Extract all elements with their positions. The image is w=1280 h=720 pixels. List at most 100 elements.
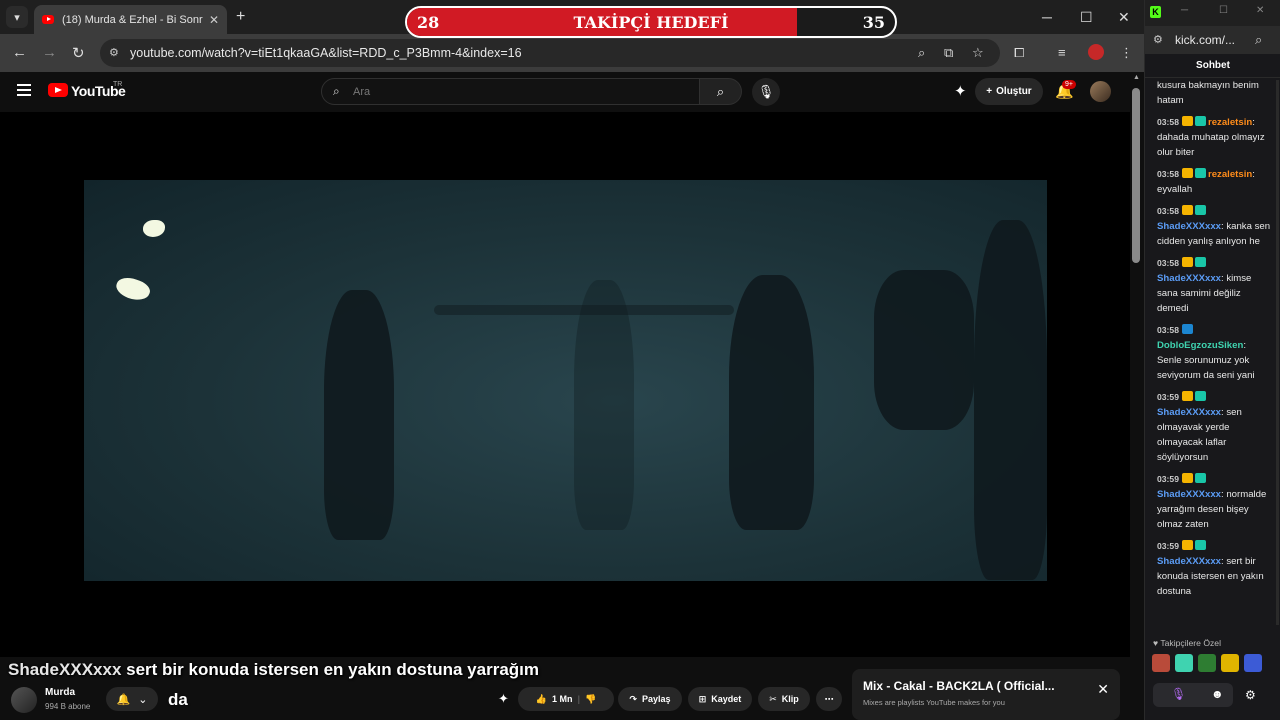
close-window-icon[interactable]: ✕ (1256, 5, 1264, 16)
create-button[interactable]: + Oluştur (975, 78, 1043, 105)
minimize-icon[interactable]: ─ (1042, 9, 1052, 25)
minimize-icon[interactable]: ─ (1181, 5, 1188, 16)
youtube-favicon-icon (42, 15, 54, 24)
crown-badge-icon (1181, 540, 1193, 550)
youtube-logo-icon[interactable] (48, 83, 68, 97)
sub-badge-icon (1194, 473, 1206, 483)
reload-icon[interactable]: ↻ (72, 44, 85, 62)
maximize-icon[interactable]: ☐ (1219, 5, 1228, 16)
video-frame (84, 180, 1047, 581)
follower-goal-bar: 28 TAKİPÇİ HEDEFİ 35 (405, 6, 897, 38)
chat-message: 03:58ShadeXXXxxx: kimse sana samimi deği… (1157, 256, 1272, 316)
subscriber-count: 994 B abone (45, 702, 91, 711)
like-icon[interactable]: 👍 (536, 694, 547, 705)
chat-timestamp: 03:59 (1157, 474, 1179, 484)
ai-ask-icon[interactable]: ✦ (498, 691, 509, 707)
emote[interactable] (1244, 654, 1262, 672)
microphone-icon[interactable]: 🎙 (1171, 687, 1186, 701)
heart-icon: ♥ (1153, 638, 1159, 648)
chat-message-input[interactable]: 🎙 ☻ (1153, 683, 1233, 707)
chevron-down-icon: ⌄ (138, 693, 148, 706)
site-info-icon[interactable]: ⚙ (109, 46, 123, 60)
mix-playlist-card[interactable]: Mix - Cakal - BACK2LA ( Official... Mixe… (852, 669, 1120, 720)
like-count[interactable]: 1 Mn (552, 694, 573, 704)
zoom-icon[interactable]: ⌕ (918, 45, 925, 61)
chat-settings-icon[interactable]: ⚙ (1245, 688, 1256, 702)
share-label: Paylaş (642, 694, 671, 704)
voice-search-button[interactable]: 🎙 (752, 78, 780, 106)
extensions-icon[interactable]: ⧠ (1014, 45, 1024, 61)
emote[interactable] (1152, 654, 1170, 672)
page-scrollbar[interactable] (1132, 88, 1140, 263)
chat-title: Sohbet (1145, 56, 1280, 78)
chat-message: 03:58ShadeXXXxxx: kanka sen cidden yanlı… (1157, 204, 1272, 249)
chat-username[interactable]: ShadeXXXxxx (1157, 556, 1221, 567)
chat-username[interactable]: rezaletsin (1208, 117, 1252, 128)
account-avatar[interactable] (1090, 81, 1111, 102)
chat-address-bar: ⚙ kick.com/... ⌕ (1145, 26, 1280, 54)
save-button[interactable]: ⊞ Kaydet (688, 687, 752, 711)
divider: | (577, 694, 581, 704)
browser-menu-icon[interactable]: ⋮ (1120, 45, 1133, 61)
mix-title[interactable]: Mix - Cakal - BACK2LA ( Official... (863, 679, 1055, 693)
tab-search-icon[interactable]: ▾ (6, 6, 28, 28)
scroll-up-icon[interactable]: ▲ (1133, 74, 1140, 81)
chat-url[interactable]: kick.com/... (1175, 33, 1235, 47)
tab-title: (18) Murda & Ezhel - Bi Sonraki (62, 13, 203, 26)
youtube-header: YouTube TR ⌕ ⌕ 🎙 ✦ + Oluştur 🔔 9+ (0, 72, 1144, 112)
close-window-icon[interactable]: ✕ (1118, 9, 1130, 26)
url-field[interactable]: ⚙ youtube.com/watch?v=tiEt1qkaaGA&list=R… (100, 39, 1000, 67)
maximize-icon[interactable]: ☐ (1080, 9, 1093, 26)
channel-avatar[interactable] (11, 687, 37, 713)
site-info-icon[interactable]: ⚙ (1153, 33, 1163, 46)
crown-badge-icon (1181, 391, 1193, 401)
search-input[interactable] (353, 83, 673, 101)
chat-username[interactable]: ShadeXXXxxx (1157, 221, 1221, 232)
plus-icon: + (986, 86, 993, 97)
chat-message: 03:59ShadeXXXxxx: sert bir konuda isters… (1157, 539, 1272, 599)
menu-icon[interactable] (17, 84, 31, 96)
back-icon[interactable]: ← (12, 44, 27, 61)
goal-target-count: 35 (862, 13, 885, 32)
ai-sparkle-icon[interactable]: ✦ (954, 82, 967, 100)
clip-button[interactable]: ✂ Klip (758, 687, 810, 711)
chat-username[interactable]: ShadeXXXxxx (1157, 407, 1221, 418)
tab-close-icon[interactable]: ✕ (209, 13, 219, 27)
sub-badge-icon (1194, 540, 1206, 550)
chat-username[interactable]: rezaletsin (1208, 169, 1252, 180)
chat-message: 03:59ShadeXXXxxx: normalde yarrağım dese… (1157, 472, 1272, 532)
more-actions-button[interactable]: ⋯ (816, 687, 842, 711)
emoji-icon[interactable]: ☻ (1211, 687, 1224, 701)
chat-username[interactable]: DobloEgzozuSiken (1157, 340, 1243, 351)
bookmark-star-icon[interactable]: ☆ (972, 45, 984, 61)
dislike-icon[interactable]: 👎 (585, 694, 596, 705)
forward-icon[interactable]: → (42, 44, 57, 61)
search-box: ⌕ (321, 78, 700, 105)
channel-name[interactable]: Murda (45, 687, 75, 698)
emote[interactable] (1221, 654, 1239, 672)
clip-label: Klip (781, 694, 799, 704)
video-silhouette (324, 290, 394, 540)
video-silhouette (574, 280, 634, 530)
subscription-bell-button[interactable]: 🔔 ⌄ (106, 687, 158, 711)
chat-timestamp: 03:58 (1157, 206, 1179, 216)
share-button[interactable]: ↷ Paylaş (618, 687, 682, 711)
chat-scrollbar[interactable] (1276, 80, 1279, 625)
search-button[interactable]: ⌕ (700, 78, 742, 105)
chat-timestamp: 03:58 (1157, 117, 1179, 127)
media-control-icon[interactable]: ≡ (1058, 45, 1066, 60)
browser-tab-youtube[interactable]: (18) Murda & Ezhel - Bi Sonraki ✕ (34, 5, 227, 34)
search-icon: ⌕ (716, 83, 725, 99)
emote[interactable] (1198, 654, 1216, 672)
chat-username[interactable]: ShadeXXXxxx (1157, 489, 1221, 500)
url-text: youtube.com/watch?v=tiEt1qkaaGA&list=RDD… (130, 46, 522, 60)
like-dislike-group: 👍 1 Mn | 👎 (518, 687, 614, 711)
chat-timestamp: 03:58 (1157, 325, 1179, 335)
chat-username[interactable]: ShadeXXXxxx (1157, 273, 1221, 284)
install-app-icon[interactable]: ⧉ (944, 45, 953, 61)
extension-avatar-icon[interactable] (1088, 44, 1104, 60)
close-icon[interactable]: ✕ (1097, 681, 1109, 698)
zoom-icon[interactable]: ⌕ (1255, 32, 1262, 48)
new-tab-icon[interactable]: + (236, 8, 245, 26)
emote[interactable] (1175, 654, 1193, 672)
